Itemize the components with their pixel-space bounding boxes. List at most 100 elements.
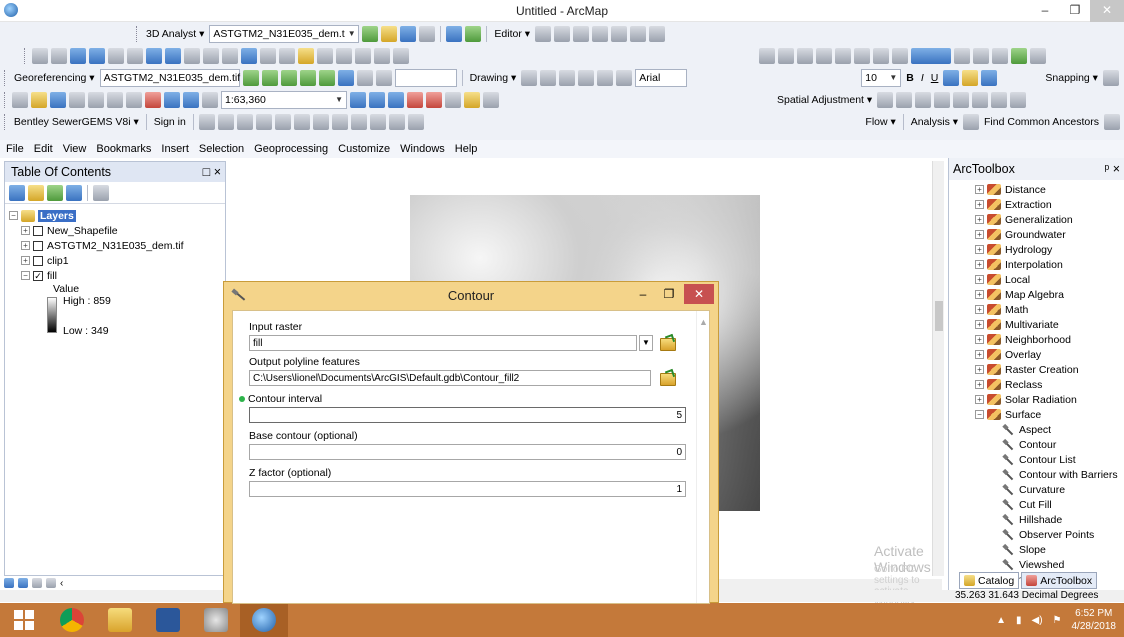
- close-button[interactable]: ✕: [1090, 0, 1124, 22]
- menu-view[interactable]: View: [63, 143, 87, 155]
- rectangle-icon[interactable]: [578, 69, 595, 86]
- map-vertical-scrollbar[interactable]: [932, 161, 944, 576]
- trace-options-icon[interactable]: [1103, 113, 1120, 130]
- toolset-item[interactable]: + Math: [949, 302, 1124, 317]
- toc-layers-root[interactable]: − Layers: [5, 208, 225, 223]
- bentley-pipe-icon[interactable]: [217, 113, 234, 130]
- rotate-raster-icon[interactable]: [261, 69, 278, 86]
- toc-layer-item[interactable]: + clip1: [5, 253, 225, 268]
- toolset-item-surface[interactable]: − Surface: [949, 407, 1124, 422]
- toc-layer-item[interactable]: + ASTGTM2_N31E035_dem.tif: [5, 238, 225, 253]
- contour-tool-icon[interactable]: [381, 25, 398, 42]
- edit-tool-icon[interactable]: [535, 25, 552, 42]
- toc-layer-item[interactable]: − ✓ fill: [5, 268, 225, 283]
- tool-item[interactable]: Cut Fill: [949, 497, 1124, 512]
- layout-zoom-in-icon[interactable]: [759, 47, 775, 64]
- collapse-icon[interactable]: −: [975, 410, 984, 419]
- paint-taskbar-button[interactable]: [192, 603, 240, 637]
- pan-icon[interactable]: [69, 47, 86, 64]
- toolset-item[interactable]: + Reclass: [949, 377, 1124, 392]
- bentley-results-icon[interactable]: [388, 113, 405, 130]
- expand-icon[interactable]: +: [975, 275, 984, 284]
- collapse-icon[interactable]: −: [9, 211, 18, 220]
- show-hidden-icons-icon[interactable]: ▲: [996, 615, 1006, 626]
- bentley-profile-icon[interactable]: [407, 113, 424, 130]
- limited-adjustment-icon[interactable]: [972, 91, 989, 108]
- toolset-item[interactable]: + Multivariate: [949, 317, 1124, 332]
- arcmap-taskbar-button[interactable]: [240, 603, 288, 637]
- toolset-item[interactable]: + Interpolation: [949, 257, 1124, 272]
- tool-item[interactable]: Contour List: [949, 452, 1124, 467]
- scroll-up-icon[interactable]: ▲: [699, 317, 708, 327]
- layer-visibility-checkbox-checked[interactable]: ✓: [33, 270, 43, 281]
- hyperlink-icon[interactable]: [259, 47, 276, 64]
- bentley-outfall-icon[interactable]: [293, 113, 310, 130]
- bentley-pond-icon[interactable]: [312, 113, 329, 130]
- menu-bookmarks[interactable]: Bookmarks: [96, 143, 151, 155]
- toolset-item[interactable]: + Local: [949, 272, 1124, 287]
- drawing-menu[interactable]: Drawing ▾: [468, 72, 519, 84]
- back-layout-extent-icon[interactable]: [873, 47, 889, 64]
- attributes-icon[interactable]: [630, 25, 647, 42]
- fixed-layout-zoom-icon[interactable]: [854, 47, 870, 64]
- expand-icon[interactable]: +: [975, 215, 984, 224]
- tab-catalog[interactable]: Catalog: [959, 572, 1020, 589]
- rotate-dropdown-icon[interactable]: [375, 69, 392, 86]
- find-icon[interactable]: [316, 47, 333, 64]
- bentley-junction-icon[interactable]: [236, 113, 253, 130]
- layout-zoom-out-icon[interactable]: [778, 47, 794, 64]
- arcglobe-icon[interactable]: [465, 25, 482, 42]
- redo-icon[interactable]: [183, 91, 199, 108]
- zoom-whole-page-icon[interactable]: [816, 47, 832, 64]
- tin-icon[interactable]: [362, 25, 379, 42]
- point-snapping-icon[interactable]: [1102, 69, 1119, 86]
- print-standard-icon[interactable]: [69, 91, 85, 108]
- refresh-icon[interactable]: [32, 578, 42, 588]
- fixed-zoom-in-icon[interactable]: [107, 47, 124, 64]
- delete-icon[interactable]: [145, 91, 161, 108]
- tool-item[interactable]: Hillshade: [949, 512, 1124, 527]
- select-elements-arrow-icon[interactable]: [521, 69, 538, 86]
- expand-icon[interactable]: +: [975, 350, 984, 359]
- toc-options-icon[interactable]: [93, 184, 109, 201]
- clock[interactable]: 6:52 PM 4/28/2018: [1072, 607, 1117, 633]
- zoom-in-icon[interactable]: [31, 47, 48, 64]
- georeferencing-layer-combo[interactable]: ASTGTM2_N31E035_dem.tif▼: [99, 68, 251, 87]
- new-displacement-link-icon[interactable]: [896, 91, 913, 108]
- measure-icon[interactable]: [297, 47, 314, 64]
- split-icon[interactable]: [592, 25, 609, 42]
- python-window-icon[interactable]: [445, 91, 461, 108]
- adjust-icon[interactable]: [877, 91, 894, 108]
- expand-icon[interactable]: +: [975, 320, 984, 329]
- output-features-browse-icon[interactable]: [658, 370, 676, 386]
- toolset-item[interactable]: + Overlay: [949, 347, 1124, 362]
- minimize-button[interactable]: –: [1030, 0, 1060, 22]
- trace-solver-icon[interactable]: [963, 113, 980, 130]
- toc-close-button[interactable]: □ ×: [203, 165, 221, 179]
- spatial-adjustment-menu[interactable]: Spatial Adjustment ▾: [775, 94, 874, 106]
- add-control-points-icon[interactable]: [242, 69, 259, 86]
- focus-data-frame-icon[interactable]: [973, 47, 989, 64]
- tool-item[interactable]: Contour: [949, 437, 1124, 452]
- tool-item[interactable]: Viewshed: [949, 557, 1124, 572]
- forward-layout-extent-icon[interactable]: [892, 47, 908, 64]
- create-viewer-icon[interactable]: [392, 47, 409, 64]
- toolset-item[interactable]: + Hydrology: [949, 242, 1124, 257]
- expand-icon[interactable]: +: [975, 305, 984, 314]
- copy-icon[interactable]: [107, 91, 123, 108]
- toolset-item[interactable]: + Distance: [949, 182, 1124, 197]
- expand-icon[interactable]: +: [21, 256, 30, 265]
- expand-icon[interactable]: +: [975, 395, 984, 404]
- toolset-item[interactable]: + Generalization: [949, 212, 1124, 227]
- tool-item[interactable]: Observer Points: [949, 527, 1124, 542]
- toolset-item[interactable]: + Extraction: [949, 197, 1124, 212]
- editor-menu[interactable]: Editor ▾: [492, 28, 532, 40]
- layout-view-icon[interactable]: [18, 578, 28, 588]
- scroll-left-icon[interactable]: ‹: [60, 578, 63, 589]
- dialog-scrollbar[interactable]: ▲: [696, 311, 709, 603]
- bentley-tank-icon[interactable]: [350, 113, 367, 130]
- scale-raster-icon[interactable]: [299, 69, 316, 86]
- select-link-icon[interactable]: [318, 69, 335, 86]
- italic-button[interactable]: I: [919, 72, 926, 84]
- layer-visibility-checkbox[interactable]: [33, 255, 43, 266]
